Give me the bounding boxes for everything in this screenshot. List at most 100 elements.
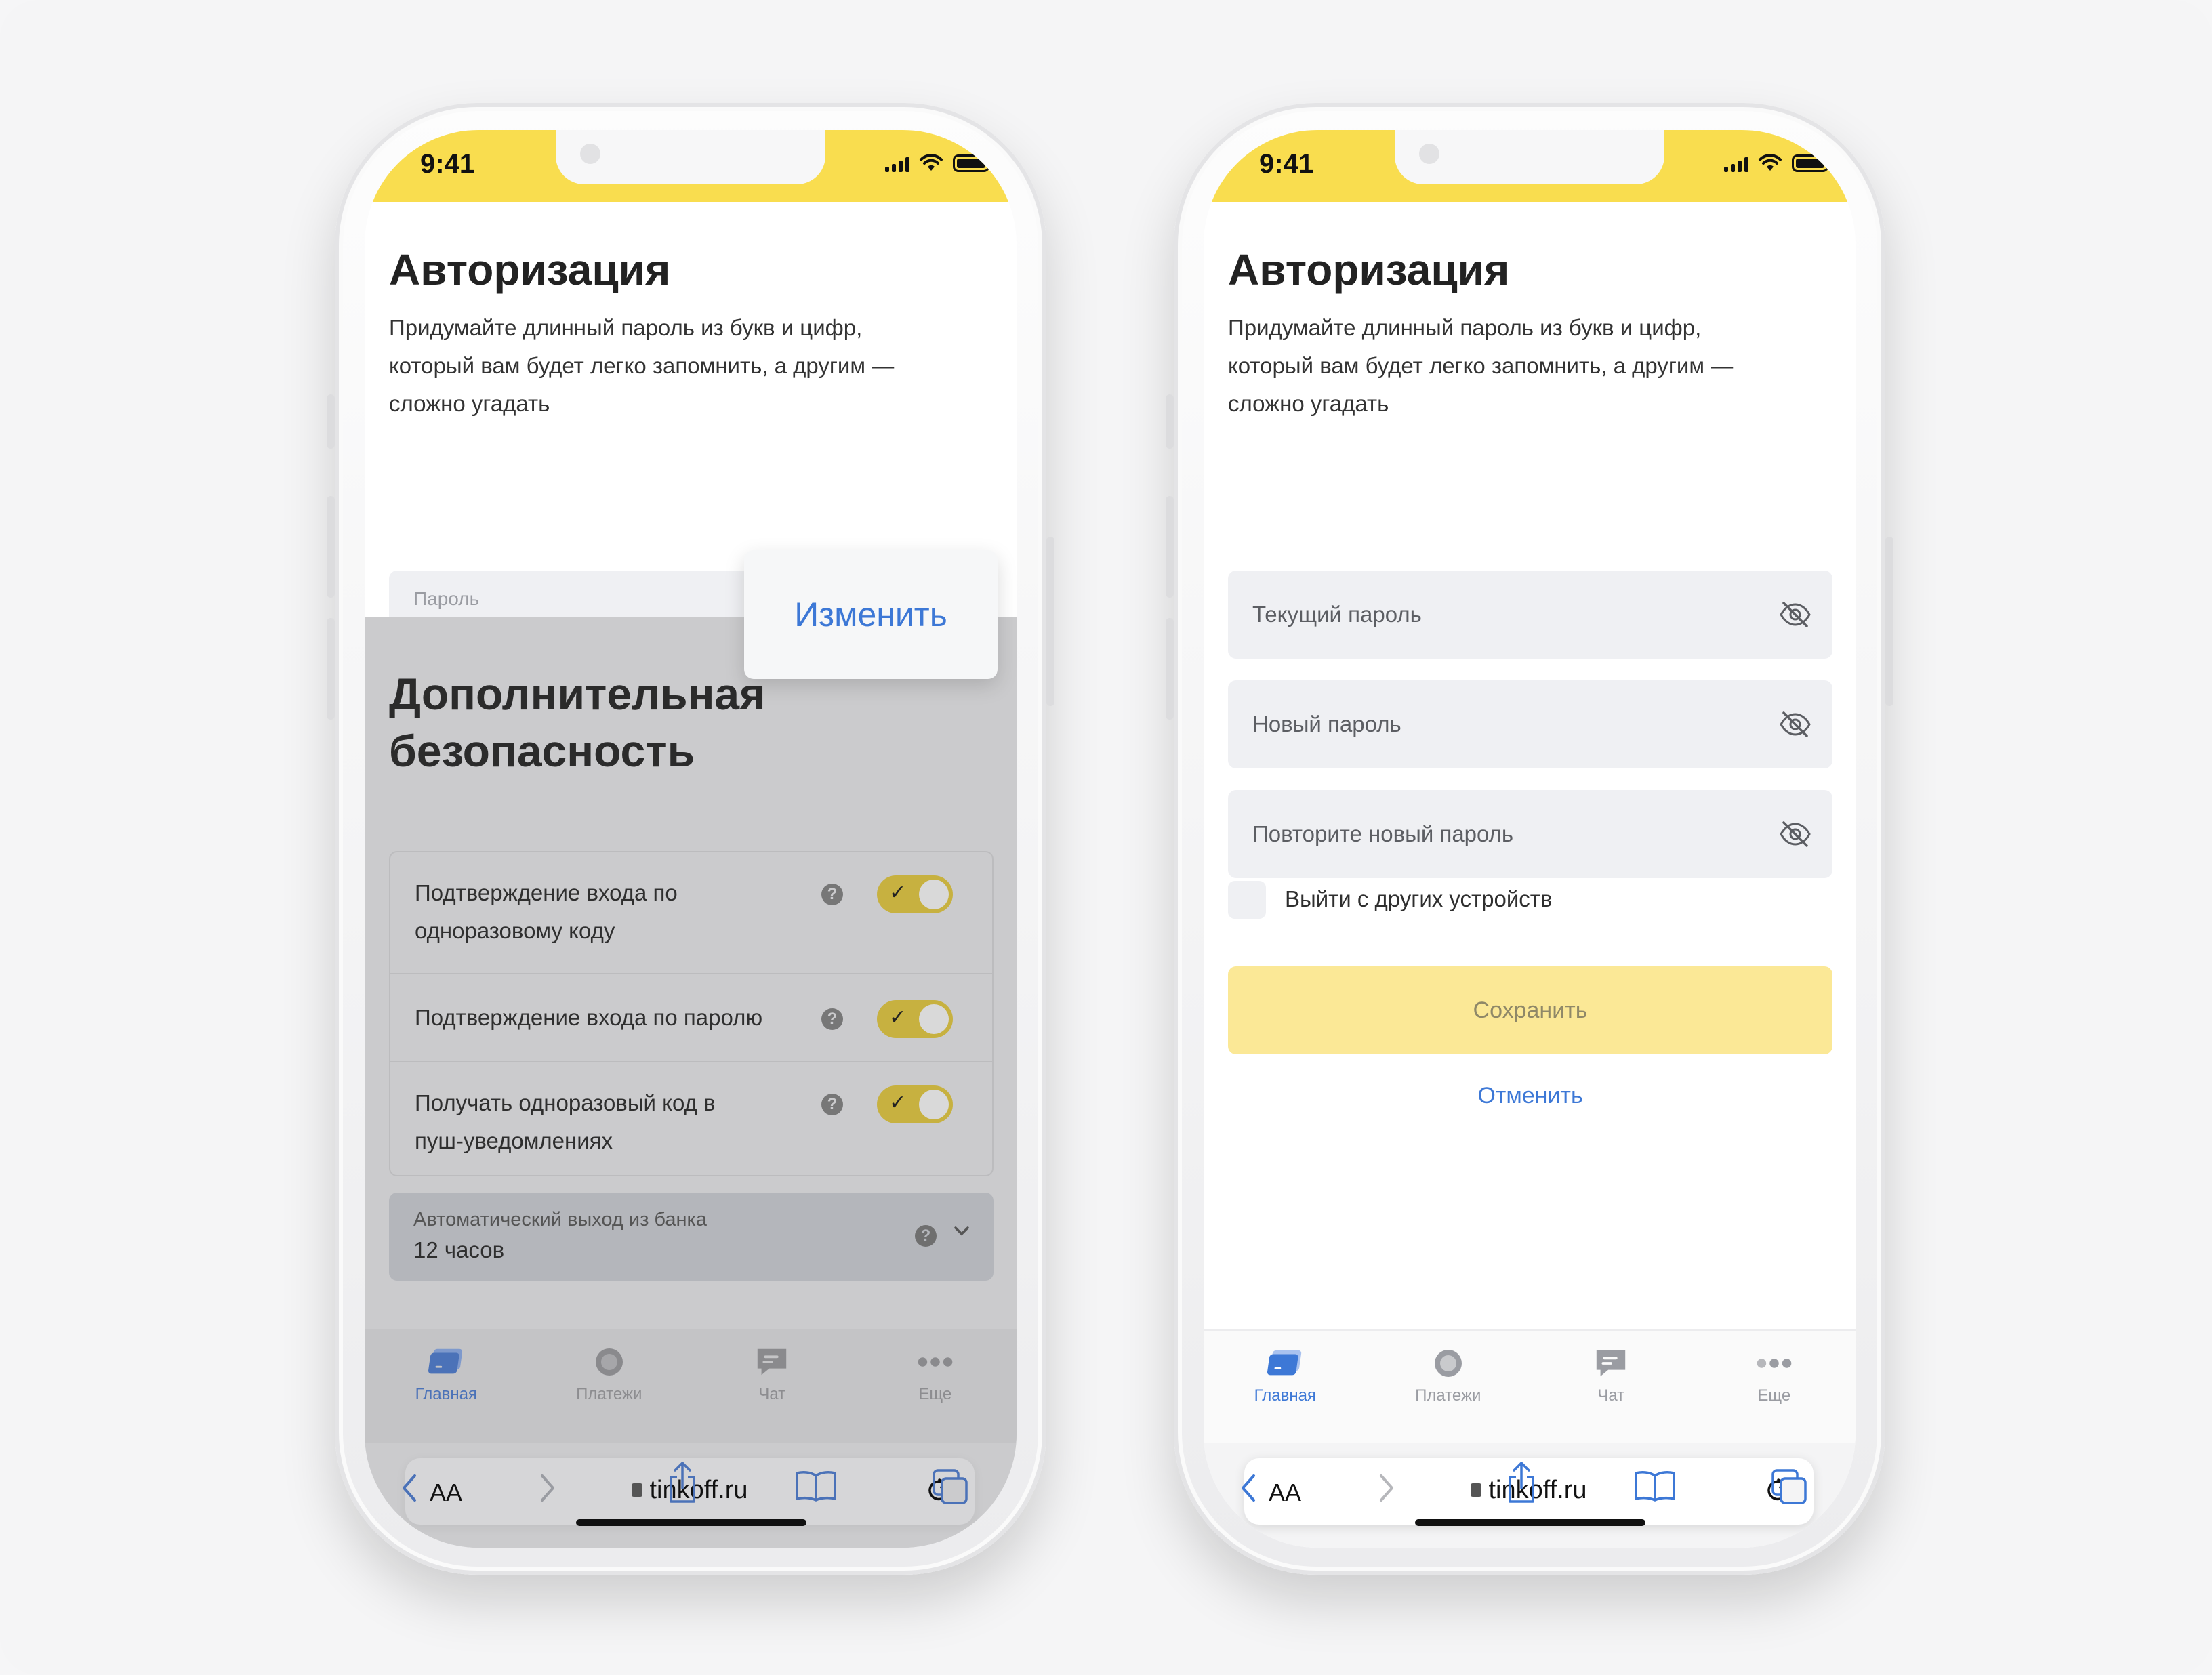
tab-home[interactable]: Главная bbox=[378, 1329, 514, 1443]
tab-label: Еще bbox=[918, 1385, 952, 1403]
setting-label-line: Получать одноразовый код в bbox=[415, 1090, 716, 1115]
power-button bbox=[1046, 537, 1054, 706]
status-time: 9:41 bbox=[1259, 149, 1314, 179]
circle-icon bbox=[1434, 1350, 1462, 1377]
tab-label: Чат bbox=[758, 1385, 786, 1403]
tab-home[interactable]: Главная bbox=[1217, 1331, 1353, 1445]
cellular-signal-icon bbox=[885, 154, 909, 172]
camera bbox=[580, 144, 600, 164]
forward-icon[interactable] bbox=[537, 1472, 557, 1504]
setting-label-line: Подтверждение входа по bbox=[415, 880, 678, 905]
notch bbox=[1395, 130, 1664, 184]
circle-icon bbox=[595, 1348, 623, 1376]
tab-chat[interactable]: Чат bbox=[704, 1329, 840, 1443]
power-button bbox=[1885, 537, 1893, 706]
check-icon: ✓ bbox=[889, 882, 907, 904]
logout-others-checkbox[interactable] bbox=[1228, 881, 1266, 919]
bookmarks-icon[interactable] bbox=[1633, 1469, 1677, 1502]
battery-icon bbox=[1792, 154, 1832, 172]
home-indicator[interactable] bbox=[576, 1519, 806, 1526]
tab-more[interactable]: Еще bbox=[867, 1329, 1003, 1443]
camera bbox=[1419, 144, 1439, 164]
status-icons bbox=[885, 154, 993, 172]
description-line: Придумайте длинный пароль из букв и цифр… bbox=[1228, 315, 1702, 340]
volume-down-button bbox=[327, 618, 335, 720]
description-line: сложно угадать bbox=[389, 391, 550, 416]
phone-left: 9:41 Авторизация Придумайте длинный паро… bbox=[327, 103, 1054, 1575]
tab-label: Чат bbox=[1597, 1386, 1625, 1405]
tab-label: Платежи bbox=[1415, 1386, 1481, 1405]
description-line: который вам будет легко запомнить, а дру… bbox=[1228, 353, 1734, 378]
battery-icon bbox=[953, 154, 993, 172]
home-indicator[interactable] bbox=[1415, 1519, 1645, 1526]
share-icon[interactable] bbox=[665, 1461, 699, 1504]
setting-row-push: Получать одноразовый код в пуш-уведомлен… bbox=[390, 1062, 992, 1178]
setting-label: Подтверждение входа по одноразовому коду bbox=[415, 874, 794, 950]
bookmarks-icon[interactable] bbox=[794, 1469, 838, 1502]
tab-bar: Главная Платежи Чат Еще bbox=[1204, 1329, 1856, 1445]
eye-off-icon[interactable] bbox=[1778, 598, 1812, 632]
help-icon[interactable]: ? bbox=[915, 1225, 937, 1247]
card-icon bbox=[428, 1348, 463, 1374]
tabs-icon[interactable] bbox=[1770, 1468, 1808, 1506]
volume-up-button bbox=[327, 496, 335, 598]
tab-label: Еще bbox=[1757, 1386, 1791, 1405]
cancel-link[interactable]: Отменить bbox=[1228, 1083, 1832, 1109]
wifi-icon bbox=[1759, 154, 1782, 171]
chat-icon bbox=[758, 1348, 787, 1376]
forward-icon[interactable] bbox=[1376, 1472, 1396, 1504]
screen-right: 9:41 Авторизация Придумайте длинный паро… bbox=[1204, 130, 1856, 1548]
setting-label: Подтверждение входа по паролю bbox=[415, 1005, 763, 1030]
more-icon bbox=[1757, 1359, 1792, 1368]
setting-label-line: пуш-уведомлениях bbox=[415, 1128, 613, 1153]
eye-off-icon[interactable] bbox=[1778, 817, 1812, 851]
tab-payments[interactable]: Платежи bbox=[1380, 1331, 1516, 1445]
change-password-button[interactable]: Изменить bbox=[744, 550, 998, 679]
eye-off-icon[interactable] bbox=[1778, 707, 1812, 741]
status-icons bbox=[1724, 154, 1832, 172]
toggle-push[interactable]: ✓ bbox=[877, 1085, 953, 1123]
tab-more[interactable]: Еще bbox=[1706, 1331, 1842, 1445]
setting-row-password: Подтверждение входа по паролю ? ✓ bbox=[390, 974, 992, 1062]
tabs-icon[interactable] bbox=[931, 1468, 969, 1506]
toggle-otp[interactable]: ✓ bbox=[877, 875, 953, 913]
wifi-icon bbox=[920, 154, 943, 171]
setting-row-otp: Подтверждение входа по одноразовому коду… bbox=[390, 852, 992, 974]
security-title-line: Дополнительная bbox=[389, 669, 766, 719]
field-placeholder: Новый пароль bbox=[1252, 711, 1401, 737]
screen-left: 9:41 Авторизация Придумайте длинный паро… bbox=[365, 130, 1017, 1548]
phone-right: 9:41 Авторизация Придумайте длинный паро… bbox=[1166, 103, 1893, 1575]
tab-label: Главная bbox=[415, 1385, 477, 1403]
tab-payments[interactable]: Платежи bbox=[541, 1329, 677, 1443]
help-icon[interactable]: ? bbox=[821, 1094, 843, 1115]
save-button[interactable]: Сохранить bbox=[1228, 966, 1832, 1054]
share-icon[interactable] bbox=[1504, 1461, 1538, 1504]
back-icon[interactable] bbox=[400, 1472, 420, 1504]
notch bbox=[556, 130, 825, 184]
help-icon[interactable]: ? bbox=[821, 1008, 843, 1030]
setting-label-line: одноразовому коду bbox=[415, 918, 615, 943]
security-title-line: безопасность bbox=[389, 726, 695, 776]
help-icon[interactable]: ? bbox=[821, 884, 843, 905]
repeat-password-field[interactable]: Повторите новый пароль bbox=[1228, 790, 1832, 878]
silent-switch bbox=[327, 394, 335, 449]
security-title: Дополнительная безопасность bbox=[389, 665, 766, 779]
password-label: Пароль bbox=[413, 588, 480, 609]
current-password-field[interactable]: Текущий пароль bbox=[1228, 571, 1832, 659]
cellular-signal-icon bbox=[1724, 154, 1748, 172]
status-bar: 9:41 bbox=[365, 130, 1017, 202]
auto-exit-label: Автоматический выход из банка bbox=[413, 1209, 707, 1231]
security-settings-list: Подтверждение входа по одноразовому коду… bbox=[389, 851, 994, 1176]
new-password-field[interactable]: Новый пароль bbox=[1228, 680, 1832, 768]
field-placeholder: Текущий пароль bbox=[1252, 602, 1422, 627]
card-icon bbox=[1267, 1350, 1302, 1376]
page-description: Придумайте длинный пароль из букв и цифр… bbox=[1228, 309, 1811, 423]
volume-down-button bbox=[1166, 618, 1174, 720]
tab-chat[interactable]: Чат bbox=[1543, 1331, 1679, 1445]
description-line: Придумайте длинный пароль из букв и цифр… bbox=[389, 315, 863, 340]
toggle-password[interactable]: ✓ bbox=[877, 1000, 953, 1038]
auto-exit-select[interactable]: Автоматический выход из банка 12 часов ? bbox=[389, 1193, 994, 1281]
back-icon[interactable] bbox=[1239, 1472, 1259, 1504]
description-line: сложно угадать bbox=[1228, 391, 1389, 416]
tab-bar: Главная Платежи Чат Еще bbox=[365, 1329, 1017, 1443]
